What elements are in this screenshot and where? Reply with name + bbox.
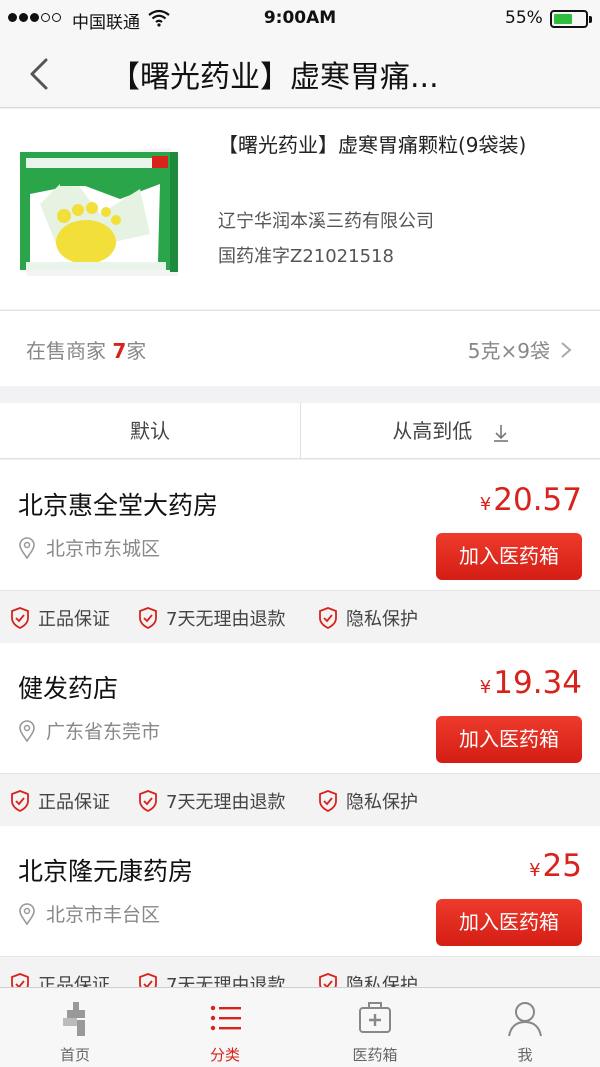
price-value: 20.57	[493, 482, 582, 518]
guarantee-label: 正品保证	[38, 609, 110, 630]
product-image[interactable]	[20, 144, 178, 276]
tab-medicine-box[interactable]: 医药箱	[300, 988, 450, 1067]
store-location-text: 北京市东城区	[46, 538, 161, 560]
tab-home[interactable]: 首页	[0, 988, 150, 1067]
guarantee-item: 隐私保护	[318, 605, 418, 631]
store-card: 北京惠全堂大药房 北京市东城区 ¥20.57 加入医药箱 正品保证 7天无理由退…	[0, 460, 600, 642]
guarantee-item: 7天无理由退款	[138, 605, 285, 631]
shield-check-icon	[11, 790, 29, 812]
status-bar: 中国联通 9:00AM 55%	[0, 0, 600, 38]
location-pin-icon	[19, 902, 35, 925]
store-card: 健发药店 广东省东莞市 ¥19.34 加入医药箱 正品保证 7天无理由退款 隐私…	[0, 643, 600, 825]
guarantee-item: 正品保证	[10, 788, 110, 814]
guarantee-label: 7天无理由退款	[166, 792, 286, 813]
sort-default-tab[interactable]: 默认	[0, 403, 300, 459]
battery-icon	[550, 10, 592, 28]
currency-symbol: ¥	[479, 494, 492, 515]
tab-me-label: 我	[517, 1046, 533, 1064]
guarantee-item: 7天无理由退款	[138, 788, 285, 814]
store-name[interactable]: 北京隆元康药房	[18, 852, 193, 888]
medicine-kit-icon	[359, 1002, 391, 1033]
store-price: ¥25	[529, 848, 582, 884]
tab-me[interactable]: 我	[450, 988, 600, 1067]
tab-category-label: 分类	[209, 1046, 240, 1064]
price-value: 19.34	[493, 665, 582, 701]
shield-check-icon	[139, 607, 157, 629]
guarantee-label: 7天无理由退款	[166, 609, 286, 630]
add-to-medicine-box-button[interactable]: 加入医药箱	[436, 899, 582, 946]
manufacturer: 辽宁华润本溪三药有限公司	[218, 211, 434, 232]
store-location: 北京市丰台区	[18, 900, 160, 927]
back-arrow-icon[interactable]	[20, 54, 60, 94]
chevron-right-icon	[561, 342, 572, 358]
guarantee-item: 隐私保护	[318, 788, 418, 814]
approval-number: 国药准字Z21021518	[218, 246, 394, 267]
seller-summary-row[interactable]: 在售商家 7家 5克×9袋	[0, 310, 600, 386]
store-card: 北京隆元康药房 北京市丰台区 ¥25 加入医药箱 正品保证 7天无理由退款 隐私…	[0, 826, 600, 1008]
seller-count-prefix: 在售商家	[26, 339, 113, 363]
guarantee-row: 正品保证 7天无理由退款 隐私保护	[0, 773, 600, 825]
shield-check-icon	[319, 790, 337, 812]
sort-price-desc-tab[interactable]: 从高到低	[300, 403, 600, 459]
store-location-text: 北京市丰台区	[46, 904, 161, 926]
category-list-icon	[210, 1005, 241, 1031]
package-spec: 5克×9袋	[467, 339, 550, 363]
currency-symbol: ¥	[529, 860, 541, 881]
location-pin-icon	[19, 536, 35, 559]
shield-check-icon	[11, 607, 29, 629]
location-pin-icon	[19, 719, 35, 742]
tab-medicine-box-label: 医药箱	[352, 1046, 398, 1064]
bottom-tab-bar: 首页 分类 医药箱 我	[0, 987, 600, 1067]
navigation-bar: 【曙光药业】虚寒胃痛...	[0, 38, 600, 108]
tab-home-label: 首页	[59, 1046, 90, 1064]
sort-bar: 默认 从高到低	[0, 403, 600, 459]
product-card: 【曙光药业】虚寒胃痛颗粒(9袋装) 辽宁华润本溪三药有限公司 国药准字Z2102…	[0, 109, 600, 309]
guarantee-label: 隐私保护	[346, 792, 418, 813]
store-price: ¥19.34	[480, 665, 582, 701]
seller-count-number: 7	[112, 339, 127, 363]
guarantee-row: 正品保证 7天无理由退款 隐私保护	[0, 590, 600, 642]
store-name[interactable]: 北京惠全堂大药房	[18, 486, 218, 522]
tab-category[interactable]: 分类	[150, 988, 300, 1067]
seller-count: 在售商家 7家	[26, 335, 146, 364]
guarantee-label: 隐私保护	[346, 609, 418, 630]
user-icon	[508, 1002, 542, 1037]
add-to-medicine-box-button[interactable]: 加入医药箱	[436, 533, 582, 580]
sort-price-label: 从高到低	[392, 419, 473, 443]
seller-count-suffix: 家	[126, 339, 147, 363]
currency-symbol: ¥	[479, 677, 492, 698]
home-icon	[63, 1002, 85, 1036]
guarantee-item: 正品保证	[10, 605, 110, 631]
store-location: 广东省东莞市	[18, 717, 160, 744]
battery-percent: 55%	[505, 8, 543, 28]
product-name: 【曙光药业】虚寒胃痛颗粒(9袋装)	[218, 133, 527, 157]
page-title: 【曙光药业】虚寒胃痛...	[110, 60, 439, 95]
store-price: ¥20.57	[480, 482, 582, 518]
add-to-medicine-box-button[interactable]: 加入医药箱	[436, 716, 582, 763]
store-location: 北京市东城区	[18, 534, 160, 561]
store-name[interactable]: 健发药店	[18, 669, 118, 705]
shield-check-icon	[139, 790, 157, 812]
guarantee-label: 正品保证	[38, 792, 110, 813]
price-value: 25	[542, 848, 582, 884]
store-location-text: 广东省东莞市	[46, 721, 161, 743]
shield-check-icon	[319, 607, 337, 629]
arrow-down-icon	[493, 424, 508, 442]
sort-default-label: 默认	[130, 419, 170, 443]
